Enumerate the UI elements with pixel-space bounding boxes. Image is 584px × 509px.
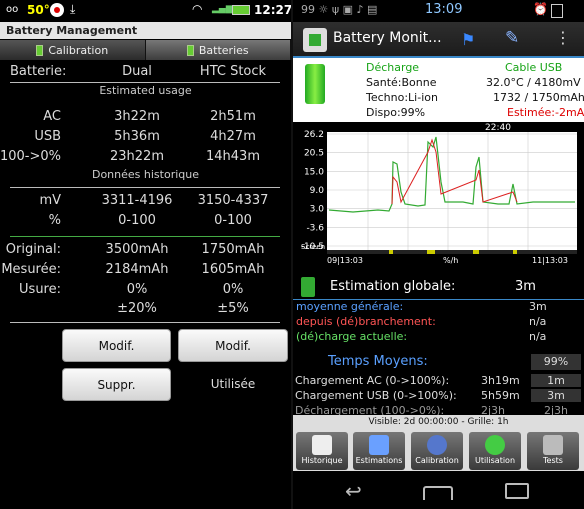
avg-times-header: Temps Moyens: 99%	[293, 352, 584, 372]
y-tick-label: -3.6	[306, 223, 324, 233]
current-charge-label: (dé)charge actuelle:	[296, 330, 408, 343]
app-icon	[303, 28, 327, 52]
screen-mark	[473, 250, 479, 254]
visible-range-label: Visible: 2d 00:00:00 - Grille: 1h	[368, 417, 509, 427]
y-tick-label: 20.5	[304, 149, 324, 159]
suppr-button[interactable]: Suppr.	[62, 368, 171, 401]
historique-button[interactable]: Historique	[296, 432, 348, 470]
tab-bar: Calibration Batteries	[0, 40, 291, 60]
screen-mark	[427, 250, 435, 254]
download-icon: ⤓	[70, 2, 76, 16]
recent-apps-icon[interactable]	[505, 483, 529, 499]
battery-icon	[551, 4, 563, 18]
estimations-icon	[369, 435, 389, 455]
chart-svg: 26.220.515.09.03.0-3.6-10.5 22:40 Screen…	[301, 123, 577, 265]
alarm-icon: ⏰	[533, 2, 548, 16]
y-tick-label: 15.0	[304, 167, 324, 177]
left-screen: oo 50° ⤓ ◠ ▂▄▆ 12:27 Battery Management …	[0, 0, 291, 509]
in-use-label: Utilisée	[210, 377, 256, 391]
x-unit-label: %/h	[443, 256, 458, 265]
y-tick-label: 9.0	[310, 186, 325, 196]
back-icon[interactable]: ↩	[345, 479, 362, 503]
android-icon	[543, 435, 563, 455]
divider	[10, 82, 280, 83]
y-tick-label: 26.2	[304, 130, 324, 140]
since-plug-value: n/a	[529, 315, 547, 328]
divider	[10, 322, 280, 323]
battery-icon	[232, 5, 250, 15]
current-charge-value: n/a	[529, 330, 547, 343]
flag-icon[interactable]: ⚑	[461, 30, 475, 49]
section-history: Données historique	[91, 168, 199, 181]
history-icon	[312, 435, 332, 455]
app-title: Battery Monit...	[333, 30, 442, 46]
battery-icon	[305, 64, 325, 104]
utilisation-button[interactable]: Utilisation	[469, 432, 521, 470]
app-title: Battery Management	[0, 22, 291, 39]
x-end-label: 11|13:03	[532, 256, 568, 265]
signal-icon: ▂▄▆	[212, 4, 233, 14]
battery-chart[interactable]: 26.2 20.5 15.0 9.0 3.0 -3.6 -10.5 22:40 Screen…	[293, 122, 584, 272]
modif-dual-button[interactable]: Modif.	[62, 329, 171, 362]
tab-calibration[interactable]: Calibration	[0, 40, 146, 60]
utilisation-icon	[485, 435, 505, 455]
clock: 12:27	[254, 3, 291, 17]
calibration-icon	[427, 435, 447, 455]
bottom-toolbar: Visible: 2d 00:00:00 - Grille: 1h Histor…	[293, 415, 584, 471]
clock: 13:09	[425, 2, 463, 17]
right-screen: 99 ☼ ψ ▣ ♪ ▤ 13:09 ⏰ Battery Monit... ⚑ …	[293, 0, 584, 509]
calibration-button[interactable]: Calibration	[411, 432, 463, 470]
estimation-row: Estimation globale: 3m	[293, 276, 584, 298]
tab-batteries[interactable]: Batteries	[145, 40, 291, 60]
capacity-row-wear: Usure: 0% 0%	[19, 282, 244, 297]
screen-mark	[389, 250, 393, 254]
section-estimated-usage: Estimated usage	[99, 84, 192, 97]
navigation-bar: ↩	[293, 471, 584, 509]
history-row-mv: mV 3311-4196 3150-4337	[39, 193, 269, 208]
home-icon[interactable]	[423, 486, 453, 500]
x-start-label: 09|13:03	[327, 256, 363, 265]
capacity-row-measured: Mesurée: 2184mAh 1605mAh	[1, 262, 265, 277]
usage-row-ac: AC 3h22m 2h51m	[43, 109, 256, 124]
modif-htc-button[interactable]: Modif.	[178, 329, 288, 362]
edit-icon[interactable]: ✎	[505, 28, 519, 48]
battery-header-row: Batterie: Dual HTC Stock	[10, 64, 267, 79]
divider	[10, 236, 280, 237]
tests-button[interactable]: Tests	[527, 432, 579, 470]
record-icon	[50, 3, 64, 17]
avg-general-value: 3m	[529, 300, 547, 313]
capacity-row-tolerance: ±20% ±5%	[117, 301, 249, 316]
estimations-button[interactable]: Estimations	[353, 432, 405, 470]
usage-row-usb: USB 5h36m 4h27m	[34, 129, 256, 144]
battery-icon	[301, 277, 315, 297]
plot-area	[327, 132, 577, 250]
battery-icon	[186, 44, 194, 56]
status-bar: oo 50° ⤓ ◠ ▂▄▆ 12:27	[0, 0, 291, 22]
overflow-menu-icon[interactable]: ⋮	[555, 28, 571, 47]
discharge-row: Déchargement (100->0%): 2j3h 2j3h	[295, 404, 569, 415]
battery-percent: 50°	[27, 3, 50, 17]
y-tick-label: 3.0	[310, 205, 325, 215]
avg-general-label: moyenne générale:	[296, 300, 404, 313]
capacity-row-original: Original: 3500mAh 1750mAh	[5, 242, 265, 257]
history-row-pct: % 0-100 0-100	[48, 213, 252, 228]
wifi-icon: ◠	[192, 2, 203, 16]
battery-icon	[36, 44, 44, 56]
battery-info-panel: Décharge Cable USB Santé:Bonne 32.0°C / …	[293, 58, 584, 122]
screen-bar	[327, 250, 577, 254]
status-bar: 99 ☼ ψ ▣ ♪ ▤ 13:09 ⏰	[293, 0, 584, 22]
charge-row-ac: Chargement AC (0->100%): 3h19m 1m	[293, 374, 584, 388]
usage-row-discharge: 100->0% 23h22m 14h43m	[0, 149, 260, 164]
action-bar: Battery Monit... ⚑ ✎ ⋮	[293, 22, 584, 58]
notification-icons: 99 ☼ ψ ▣ ♪ ▤	[301, 3, 378, 16]
divider	[10, 187, 280, 188]
screen-label: Screen	[301, 243, 325, 251]
since-plug-label: depuis (dé)branchement:	[296, 315, 436, 328]
voicemail-icon: oo	[6, 4, 19, 15]
top-label: 22:40	[485, 123, 511, 133]
charge-row-usb: Chargement USB (0->100%): 5h59m 3m	[293, 389, 584, 403]
screen-mark	[513, 250, 517, 254]
